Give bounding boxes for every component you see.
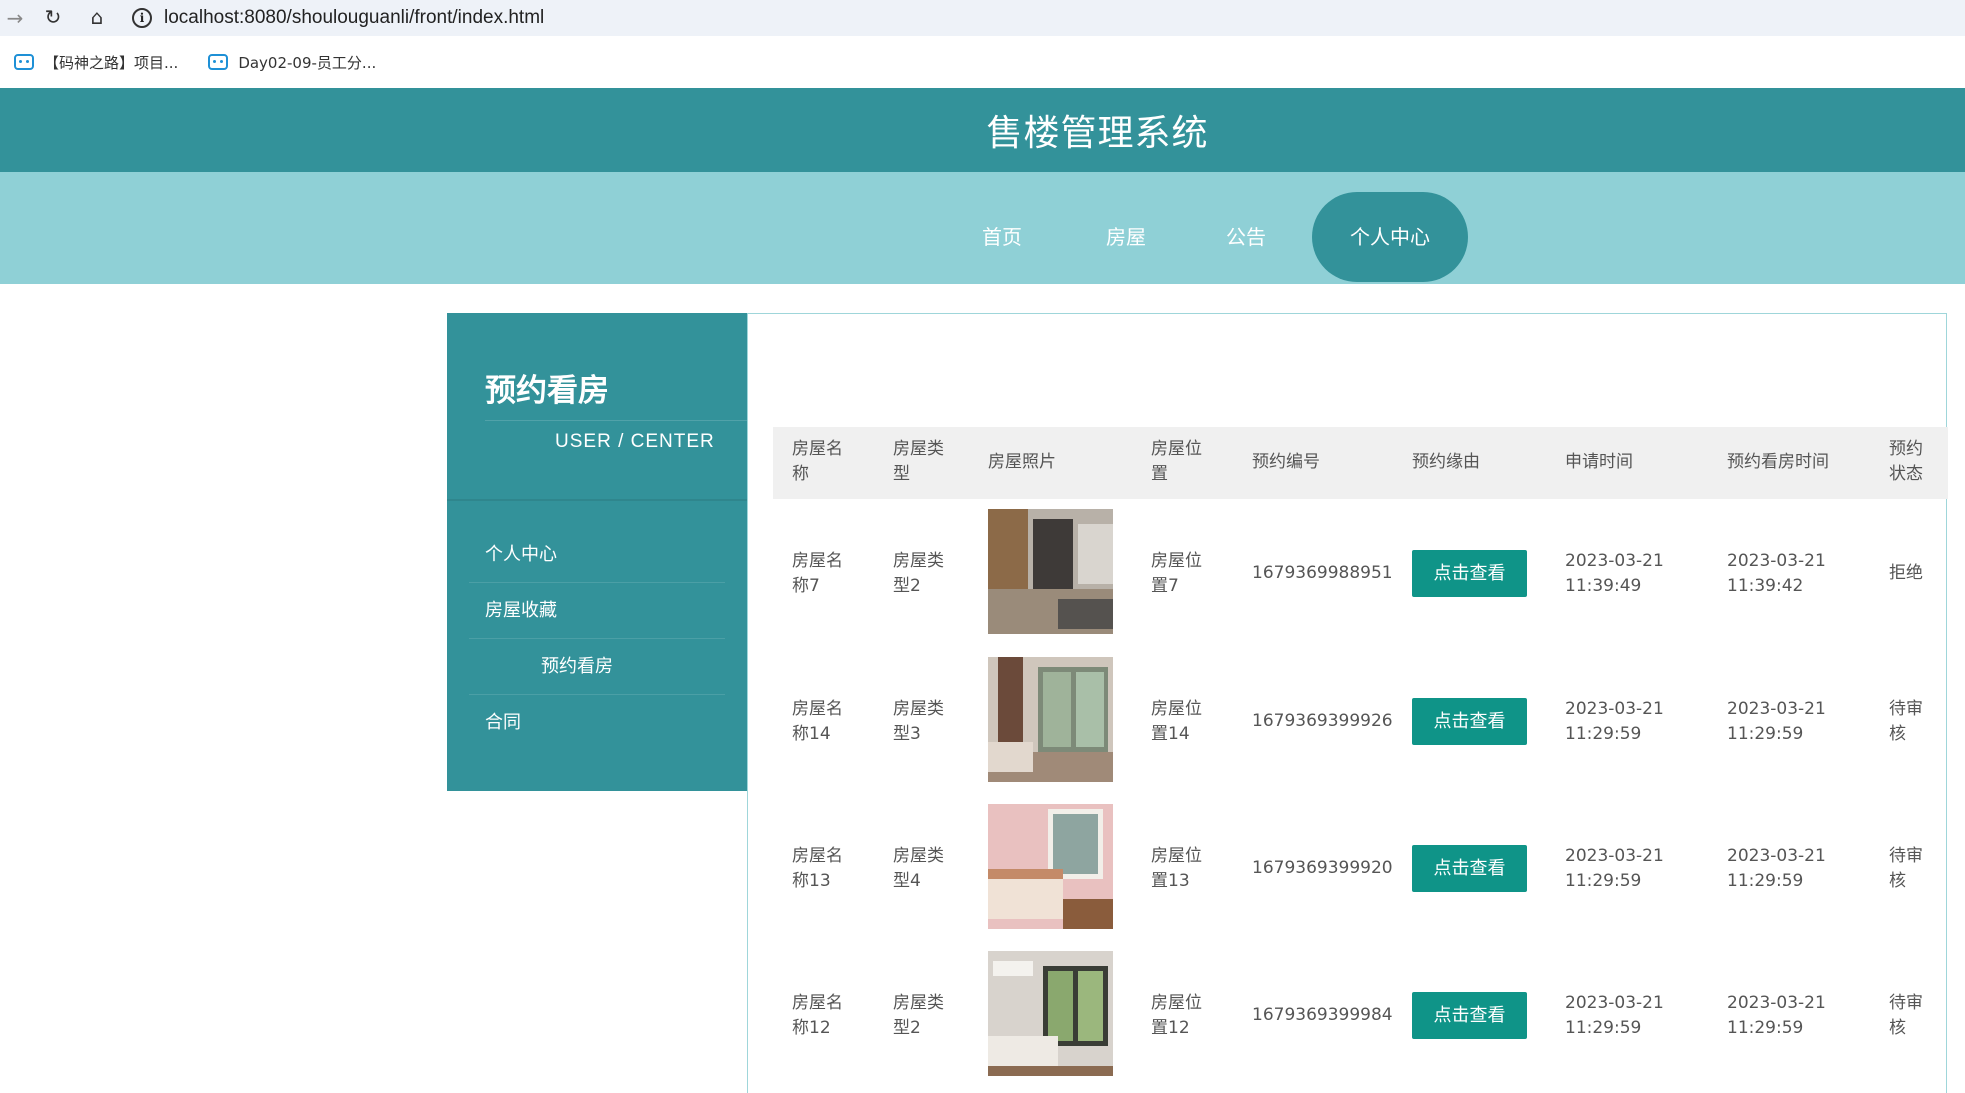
table-row: 房屋名称14 房屋类型3 房屋位置14 1679369399926 点击查看 2…: [773, 646, 1948, 793]
nav-item-notices[interactable]: 公告: [1206, 192, 1286, 282]
th-house-type: 房屋类型: [893, 439, 944, 484]
table-row: 房屋名称12 房屋类型2 房屋位置12 1679369399984 点击查看 2…: [773, 940, 1948, 1087]
cell-status: 待审核: [1889, 699, 1923, 744]
cell-view-time: 2023-03-21 11:39:42: [1727, 551, 1826, 596]
home-icon[interactable]: ⌂: [82, 2, 112, 32]
cell-house-name: 房屋名称14: [792, 699, 843, 744]
site-header: 售楼管理系统: [0, 88, 1965, 172]
cell-house-type: 房屋类型2: [893, 551, 944, 596]
bilibili-icon: [208, 54, 229, 70]
sidebar-header-border: [447, 499, 747, 501]
th-status: 预约状态: [1889, 439, 1923, 484]
th-house-photo: 房屋照片: [988, 452, 1056, 472]
bookmark-label: 【码神之路】项目...: [44, 53, 179, 72]
th-appointment-code: 预约编号: [1252, 452, 1320, 472]
view-reason-button[interactable]: 点击查看: [1412, 698, 1527, 745]
table-row: 房屋名称7 房屋类型2 房屋位置7 1679369988951 点击查看 202…: [773, 499, 1948, 646]
reload-icon[interactable]: ↻: [38, 2, 68, 32]
house-photo: [988, 657, 1113, 782]
cell-house-location: 房屋位置13: [1151, 846, 1202, 891]
nav-item-user-center[interactable]: 个人中心: [1312, 192, 1468, 282]
cell-apply-time: 2023-03-21 11:39:49: [1565, 551, 1664, 596]
sidebar-title: 预约看房: [485, 373, 609, 409]
cell-view-time: 2023-03-21 11:29:59: [1727, 993, 1826, 1038]
table-row: 房屋名称13 房屋类型4 房屋位置13 1679369399920 点击查看 2…: [773, 793, 1948, 940]
sidebar-item-favorites[interactable]: 房屋收藏: [469, 583, 725, 639]
house-photo: [988, 509, 1113, 634]
sidebar-divider: [485, 420, 747, 421]
cell-house-location: 房屋位置14: [1151, 699, 1202, 744]
cell-apply-time: 2023-03-21 11:29:59: [1565, 699, 1664, 744]
nav-item-home[interactable]: 首页: [962, 192, 1042, 282]
sidebar-item-contract[interactable]: 合同: [469, 695, 725, 751]
th-view-time: 预约看房时间: [1727, 452, 1829, 472]
sidebar-item-appointments[interactable]: 预约看房: [469, 639, 725, 695]
cell-appointment-code: 1679369988951: [1252, 563, 1393, 583]
bookmarks-bar: 【码神之路】项目... Day02-09-员工分...: [0, 36, 1965, 88]
cell-apply-time: 2023-03-21 11:29:59: [1565, 993, 1664, 1038]
url-text: localhost:8080/shoulouguanli/front/index…: [164, 7, 545, 28]
cell-house-name: 房屋名称13: [792, 846, 843, 891]
address-bar[interactable]: i localhost:8080/shoulouguanli/front/ind…: [132, 3, 1952, 33]
view-reason-button[interactable]: 点击查看: [1412, 992, 1527, 1039]
bookmark-label: Day02-09-员工分...: [238, 53, 377, 72]
sidebar-item-user-center[interactable]: 个人中心: [469, 527, 725, 583]
cell-apply-time: 2023-03-21 11:29:59: [1565, 846, 1664, 891]
cell-status: 待审核: [1889, 993, 1923, 1038]
cell-view-time: 2023-03-21 11:29:59: [1727, 846, 1826, 891]
back-arrow-icon[interactable]: →: [0, 3, 30, 33]
th-house-location: 房屋位置: [1151, 439, 1202, 484]
sidebar: 预约看房 USER / CENTER 个人中心 房屋收藏 预约看房 合同: [447, 313, 747, 791]
cell-house-name: 房屋名称7: [792, 551, 843, 596]
view-reason-button[interactable]: 点击查看: [1412, 845, 1527, 892]
th-apply-time: 申请时间: [1565, 452, 1633, 472]
house-photo: [988, 951, 1113, 1076]
nav-item-houses[interactable]: 房屋: [1086, 192, 1166, 282]
cell-house-name: 房屋名称12: [792, 993, 843, 1038]
main-nav: 首页 房屋 公告 个人中心: [0, 172, 1965, 284]
cell-house-location: 房屋位置7: [1151, 551, 1202, 596]
cell-appointment-code: 1679369399920: [1252, 858, 1393, 878]
table-header: 房屋名称 房屋类型 房屋照片 房屋位置 预约编号 预约缘由 申请时间 预约看房时…: [773, 427, 1948, 499]
cell-house-type: 房屋类型3: [893, 699, 944, 744]
cell-house-type: 房屋类型4: [893, 846, 944, 891]
cell-appointment-code: 1679369399926: [1252, 711, 1393, 731]
view-reason-button[interactable]: 点击查看: [1412, 550, 1527, 597]
sidebar-subtitle: USER / CENTER: [555, 431, 715, 452]
bilibili-icon: [14, 54, 34, 70]
browser-toolbar: → ↻ ⌂ i localhost:8080/shoulouguanli/fro…: [0, 0, 1965, 36]
th-reason: 预约缘由: [1412, 452, 1480, 472]
cell-view-time: 2023-03-21 11:29:59: [1727, 699, 1826, 744]
info-icon[interactable]: i: [132, 8, 152, 28]
cell-status: 待审核: [1889, 846, 1923, 891]
bookmark-item[interactable]: 【码神之路】项目...: [14, 52, 178, 73]
cell-house-location: 房屋位置12: [1151, 993, 1202, 1038]
cell-status: 拒绝: [1889, 563, 1923, 583]
cell-appointment-code: 1679369399984: [1252, 1005, 1393, 1025]
cell-house-type: 房屋类型2: [893, 993, 944, 1038]
bookmark-item[interactable]: Day02-09-员工分...: [208, 52, 376, 73]
house-photo: [988, 804, 1113, 929]
site-title: 售楼管理系统: [986, 113, 1209, 154]
main-panel: 房屋名称 房屋类型 房屋照片 房屋位置 预约编号 预约缘由 申请时间 预约看房时…: [747, 313, 1948, 1093]
th-house-name: 房屋名称: [792, 439, 843, 484]
